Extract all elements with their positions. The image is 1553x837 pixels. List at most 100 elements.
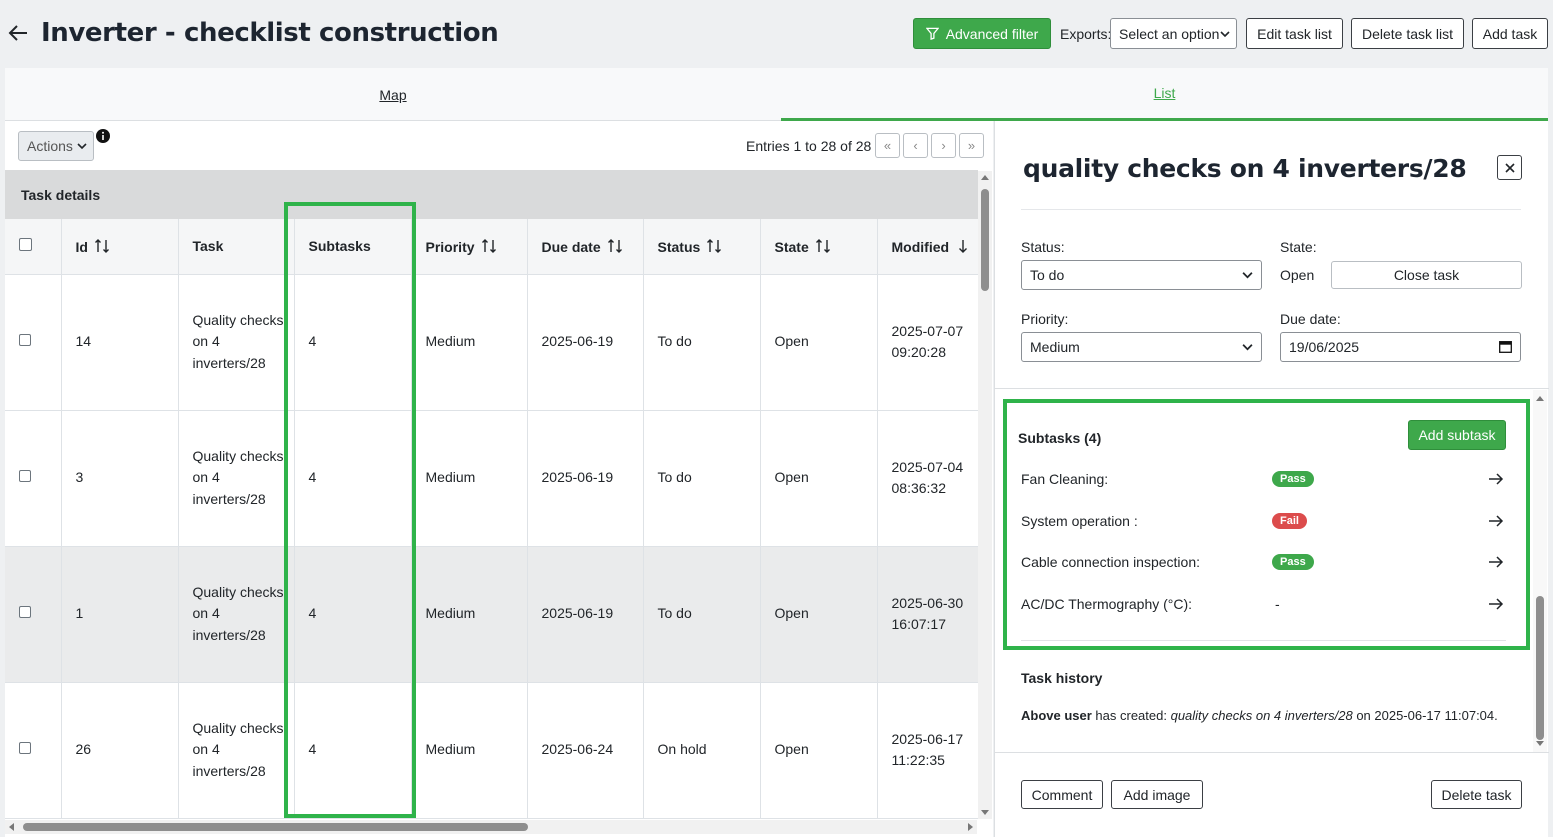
column-header-subtasks[interactable]: Subtasks bbox=[294, 219, 412, 275]
table-group-header: Task details bbox=[5, 170, 978, 219]
close-task-button[interactable]: Close task bbox=[1331, 261, 1522, 289]
subtask-pass-badge: Pass bbox=[1272, 554, 1314, 570]
cell-modified: 2025-06-30 16:07:17 bbox=[877, 546, 978, 683]
row-checkbox[interactable] bbox=[19, 470, 31, 483]
chevron-down-icon bbox=[1220, 30, 1230, 37]
close-detail-button[interactable] bbox=[1497, 155, 1522, 180]
cell-status: To do bbox=[643, 274, 761, 411]
advanced-filter-button[interactable]: Advanced filter bbox=[913, 18, 1051, 49]
column-header-task[interactable]: Task bbox=[178, 219, 295, 275]
sort-icon[interactable] bbox=[815, 238, 831, 254]
pager-prev-button[interactable]: ‹ bbox=[903, 133, 928, 158]
row-checkbox[interactable] bbox=[19, 334, 31, 347]
subtask-row[interactable]: Fan Cleaning: Pass bbox=[1021, 469, 1511, 491]
cell-state: Open bbox=[760, 410, 878, 547]
subtask-name: Cable connection inspection: bbox=[1021, 554, 1201, 570]
info-icon[interactable] bbox=[96, 129, 110, 143]
subtask-result-empty: - bbox=[1275, 596, 1280, 612]
cell-id: 14 bbox=[61, 274, 179, 411]
cell-status: To do bbox=[643, 546, 761, 683]
cell-id: 3 bbox=[61, 410, 179, 547]
column-header-modified[interactable]: Modified bbox=[877, 219, 978, 275]
cell-state: Open bbox=[760, 682, 878, 819]
close-icon bbox=[1504, 162, 1515, 173]
table-vertical-scrollbar[interactable] bbox=[978, 171, 992, 819]
row-checkbox[interactable] bbox=[19, 606, 31, 619]
table-row[interactable]: 1 Quality checks on 4 inverters/28 4 Med… bbox=[5, 546, 978, 683]
subtask-row[interactable]: System operation : Fail bbox=[1021, 511, 1511, 533]
priority-label: Priority: bbox=[1021, 311, 1069, 327]
table-row[interactable]: 14 Quality checks on 4 inverters/28 4 Me… bbox=[5, 274, 978, 411]
table-horizontal-scrollbar[interactable] bbox=[5, 820, 977, 834]
arrow-right-icon[interactable] bbox=[1487, 470, 1505, 488]
comment-button[interactable]: Comment bbox=[1021, 780, 1103, 809]
calendar-icon[interactable] bbox=[1499, 340, 1512, 353]
sort-icon[interactable] bbox=[607, 238, 623, 254]
cell-subtasks: 4 bbox=[294, 546, 412, 683]
subtask-row[interactable]: AC/DC Thermography (°C): - bbox=[1021, 594, 1511, 616]
arrow-right-icon[interactable] bbox=[1487, 595, 1505, 613]
due-date-input[interactable]: 19/06/2025 bbox=[1280, 332, 1521, 362]
sort-down-icon[interactable] bbox=[955, 238, 971, 254]
sort-icon[interactable] bbox=[706, 238, 722, 254]
row-checkbox[interactable] bbox=[19, 742, 31, 755]
row-select-cell bbox=[5, 410, 62, 547]
tab-list[interactable]: List bbox=[781, 68, 1548, 121]
sort-icon[interactable] bbox=[94, 238, 110, 254]
cell-modified: 2025-06-17 11:22:35 bbox=[877, 682, 978, 819]
select-all-cell bbox=[5, 219, 62, 275]
status-select[interactable]: To do bbox=[1021, 260, 1262, 290]
add-image-button[interactable]: Add image bbox=[1111, 780, 1203, 809]
pager-last-button[interactable]: » bbox=[959, 133, 984, 158]
cell-subtasks: 4 bbox=[294, 410, 412, 547]
delete-task-button[interactable]: Delete task bbox=[1431, 780, 1522, 809]
subtask-name: System operation : bbox=[1021, 513, 1138, 529]
cell-due-date: 2025-06-24 bbox=[527, 682, 644, 819]
pager-next-button[interactable]: › bbox=[931, 133, 956, 158]
table-row[interactable]: 3 Quality checks on 4 inverters/28 4 Med… bbox=[5, 410, 978, 547]
cell-subtasks: 4 bbox=[294, 274, 412, 411]
column-header-status[interactable]: Status bbox=[643, 219, 761, 275]
back-arrow-icon[interactable] bbox=[6, 21, 30, 45]
arrow-right-icon[interactable] bbox=[1487, 553, 1505, 571]
column-header-due-date[interactable]: Due date bbox=[527, 219, 644, 275]
edit-task-list-button[interactable]: Edit task list bbox=[1246, 18, 1343, 49]
cell-priority: Medium bbox=[411, 410, 528, 547]
detail-vertical-scrollbar[interactable] bbox=[1533, 390, 1547, 752]
detail-title: quality checks on 4 inverters/28 bbox=[1023, 154, 1467, 183]
tab-map[interactable]: Map bbox=[5, 68, 781, 121]
select-all-checkbox[interactable] bbox=[19, 238, 32, 252]
table-row[interactable]: 26 Quality checks on 4 inverters/28 4 Me… bbox=[5, 682, 978, 819]
sort-icon[interactable] bbox=[481, 238, 497, 254]
filter-icon bbox=[925, 27, 939, 40]
add-subtask-button[interactable]: Add subtask bbox=[1408, 420, 1506, 450]
pager-first-button[interactable]: « bbox=[875, 133, 900, 158]
task-table: Id Task Subtasks Priority Due date Statu… bbox=[5, 219, 978, 819]
subtask-name: Fan Cleaning: bbox=[1021, 471, 1109, 487]
subtask-row[interactable]: Cable connection inspection: Pass bbox=[1021, 552, 1511, 574]
column-header-state[interactable]: State bbox=[760, 219, 878, 275]
task-history-title: Task history bbox=[1021, 670, 1103, 686]
column-header-priority[interactable]: Priority bbox=[411, 219, 528, 275]
due-date-label: Due date: bbox=[1280, 311, 1341, 327]
cell-subtasks: 4 bbox=[294, 682, 412, 819]
subtask-name: AC/DC Thermography (°C): bbox=[1021, 596, 1193, 612]
page-title: Inverter - checklist construction bbox=[41, 18, 499, 48]
task-history-entry: Above user has created: quality checks o… bbox=[1021, 708, 1498, 723]
divider bbox=[1021, 209, 1521, 210]
arrow-right-icon[interactable] bbox=[1487, 512, 1505, 530]
cell-id: 26 bbox=[61, 682, 179, 819]
cell-due-date: 2025-06-19 bbox=[527, 546, 644, 683]
cell-modified: 2025-07-07 09:20:28 bbox=[877, 274, 978, 411]
add-task-button[interactable]: Add task bbox=[1472, 18, 1548, 49]
delete-task-list-button[interactable]: Delete task list bbox=[1351, 18, 1464, 49]
column-header-id[interactable]: Id bbox=[61, 219, 179, 275]
cell-id: 1 bbox=[61, 546, 179, 683]
priority-select[interactable]: Medium bbox=[1021, 332, 1262, 362]
exports-label: Exports: bbox=[1060, 26, 1112, 42]
subtasks-title: Subtasks (4) bbox=[1018, 430, 1102, 446]
exports-select[interactable]: Select an option bbox=[1110, 18, 1237, 49]
chevron-down-icon bbox=[1242, 344, 1253, 351]
state-label: State: bbox=[1280, 239, 1317, 255]
actions-select[interactable]: Actions bbox=[18, 131, 94, 161]
